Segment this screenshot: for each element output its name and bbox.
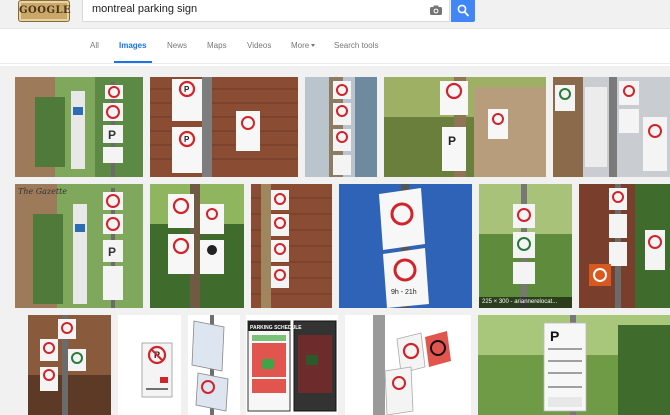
result-image: P <box>15 77 143 177</box>
image-result[interactable] <box>579 184 670 308</box>
top-bar: GOOGLE montreal parking sign <box>0 0 670 29</box>
tab-maps[interactable]: Maps <box>207 41 227 50</box>
image-result[interactable]: P <box>15 77 143 177</box>
svg-text:P: P <box>108 128 116 142</box>
tab-images[interactable]: Images <box>119 41 147 50</box>
result-image <box>188 315 240 415</box>
chevron-down-icon <box>311 44 316 48</box>
svg-text:The Gazette: The Gazette <box>18 187 67 196</box>
image-result[interactable] <box>188 315 240 415</box>
svg-text:P: P <box>550 328 559 344</box>
image-result[interactable] <box>305 77 377 177</box>
image-result[interactable]: PARKING SCHEDULE <box>246 315 338 415</box>
result-image <box>251 184 332 308</box>
camera-icon[interactable] <box>429 3 443 17</box>
result-image <box>553 77 670 177</box>
tab-more-label: More <box>291 41 310 50</box>
search-button[interactable] <box>451 0 475 22</box>
svg-text:P: P <box>448 134 456 148</box>
result-image: P <box>118 315 181 415</box>
image-result[interactable]: P <box>478 315 670 415</box>
result-image <box>579 184 670 308</box>
search-tabs: All Images News Maps Videos More Search … <box>0 30 670 64</box>
image-caption: 225 × 300 - ariannerelocat... <box>479 297 572 308</box>
image-results-grid: P P P P The Gazette P 9h - 21h 225 × 300… <box>0 66 670 415</box>
tab-all[interactable]: All <box>90 41 99 50</box>
result-image: The Gazette P <box>15 184 143 308</box>
doodle-logo[interactable]: GOOGLE <box>18 0 71 22</box>
tab-videos[interactable]: Videos <box>247 41 271 50</box>
svg-text:P: P <box>184 135 190 144</box>
svg-text:P: P <box>184 85 190 94</box>
tab-search-tools[interactable]: Search tools <box>334 41 378 50</box>
image-result[interactable]: The Gazette P <box>15 184 143 308</box>
image-result[interactable] <box>553 77 670 177</box>
image-result[interactable]: P <box>118 315 181 415</box>
result-image: 9h - 21h <box>339 184 472 308</box>
svg-text:9h - 21h: 9h - 21h <box>391 289 417 296</box>
search-icon <box>457 4 469 17</box>
tab-news[interactable]: News <box>167 41 187 50</box>
search-input[interactable]: montreal parking sign <box>82 0 450 22</box>
schedule-title: PARKING SCHEDULE <box>250 325 302 331</box>
result-image <box>479 184 572 308</box>
result-image <box>28 315 111 415</box>
image-result[interactable]: P P <box>150 77 298 177</box>
result-image: P <box>478 315 670 415</box>
result-image <box>150 184 244 308</box>
search-query[interactable]: montreal parking sign <box>92 3 197 15</box>
result-image <box>305 77 377 177</box>
result-image <box>345 315 471 415</box>
image-result[interactable] <box>345 315 471 415</box>
image-result[interactable]: P <box>384 77 546 177</box>
image-result[interactable]: 9h - 21h <box>339 184 472 308</box>
result-image: P P <box>150 77 298 177</box>
svg-text:P: P <box>108 245 116 259</box>
result-image: P <box>384 77 546 177</box>
image-result[interactable] <box>28 315 111 415</box>
active-tab-indicator <box>114 61 152 63</box>
image-result[interactable]: 225 × 300 - ariannerelocat... <box>479 184 572 308</box>
image-result[interactable] <box>251 184 332 308</box>
result-image: PARKING SCHEDULE <box>246 315 338 415</box>
image-result[interactable] <box>150 184 244 308</box>
tab-more[interactable]: More <box>291 41 316 50</box>
